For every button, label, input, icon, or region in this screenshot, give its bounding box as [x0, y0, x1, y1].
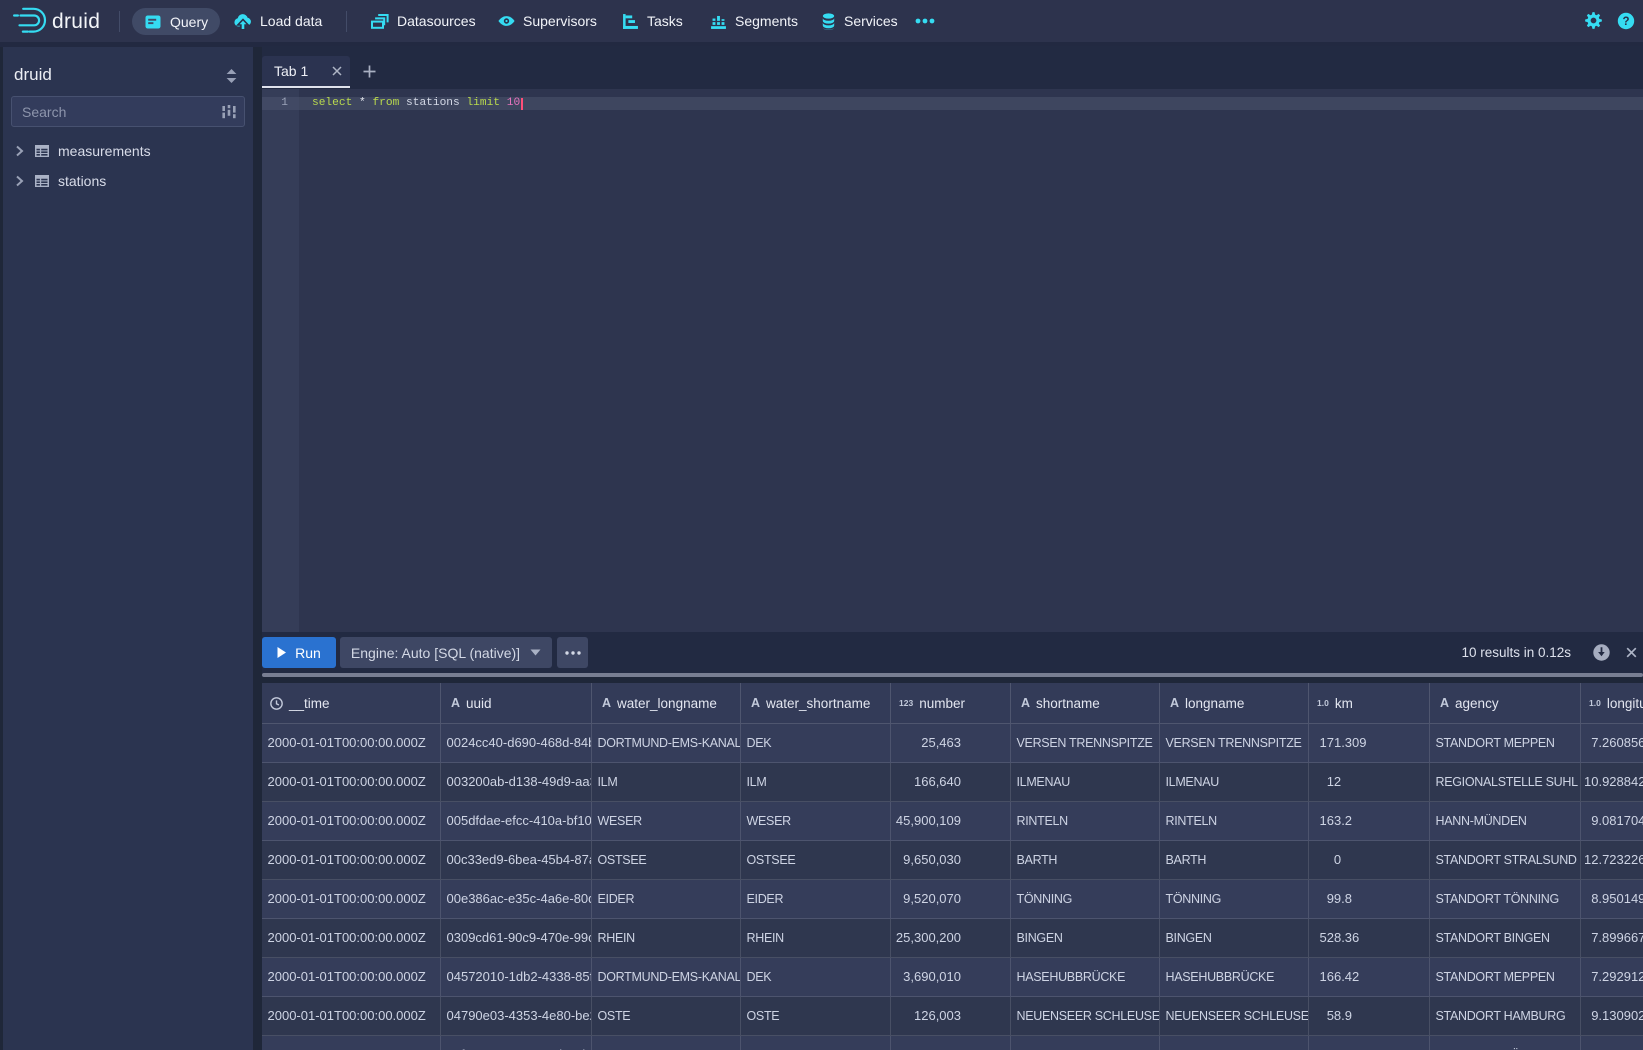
svg-text:?: ? [1622, 16, 1629, 28]
